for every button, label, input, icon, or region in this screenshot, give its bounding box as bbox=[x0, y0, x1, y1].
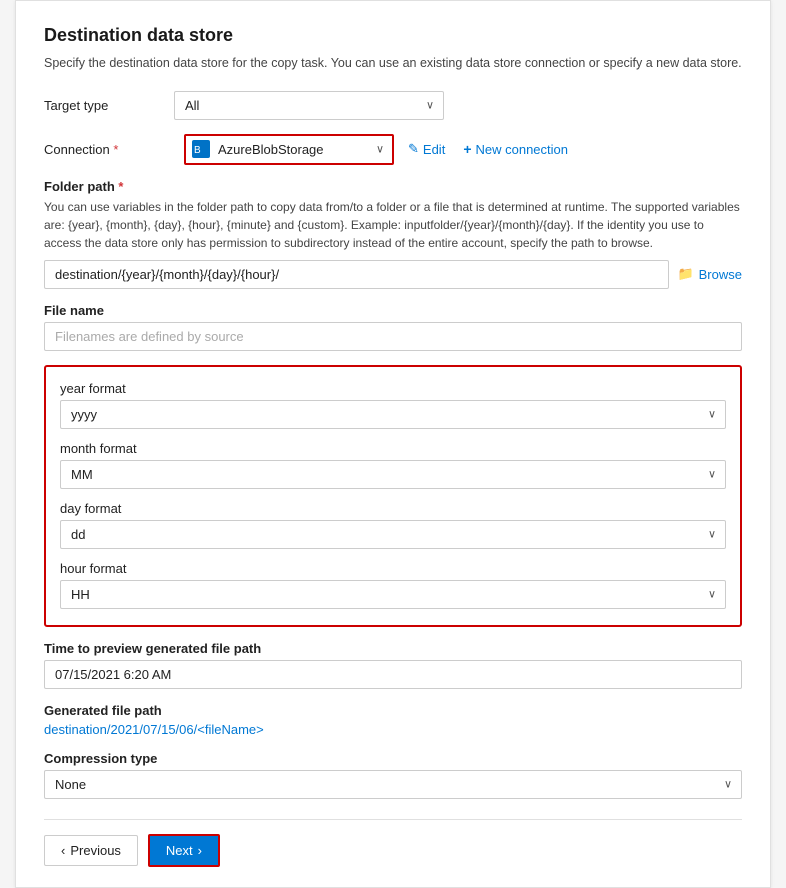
target-type-select[interactable]: All bbox=[174, 91, 444, 120]
target-type-label: Target type bbox=[44, 98, 174, 113]
generated-path-section: Generated file path destination/2021/07/… bbox=[44, 703, 742, 737]
year-format-select[interactable]: yyyy yy y bbox=[60, 400, 726, 429]
folder-path-row: 📁 Browse bbox=[44, 260, 742, 289]
month-format-row: month format MM M mm m ∨ bbox=[60, 441, 726, 489]
file-name-input[interactable] bbox=[44, 322, 742, 351]
svg-text:B: B bbox=[194, 145, 201, 156]
format-section: year format yyyy yy y ∨ month format MM … bbox=[44, 365, 742, 627]
next-button[interactable]: Next › bbox=[148, 834, 220, 867]
panel-title: Destination data store bbox=[44, 25, 742, 46]
folder-path-description: You can use variables in the folder path… bbox=[44, 198, 742, 252]
connection-label: Connection * bbox=[44, 142, 174, 157]
hour-format-row: hour format HH H hh h ∨ bbox=[60, 561, 726, 609]
chevron-left-icon: ‹ bbox=[61, 843, 65, 858]
hour-format-select[interactable]: HH H hh h bbox=[60, 580, 726, 609]
file-name-label: File name bbox=[44, 303, 742, 318]
pencil-icon: ✎ bbox=[408, 141, 419, 157]
folder-path-required: * bbox=[115, 179, 124, 194]
connection-select[interactable]: AzureBlobStorage bbox=[184, 134, 394, 165]
month-format-select-wrapper: MM M mm m ∨ bbox=[60, 460, 726, 489]
azure-blob-icon: B bbox=[192, 140, 210, 158]
generated-path-label: Generated file path bbox=[44, 703, 742, 718]
panel-description: Specify the destination data store for t… bbox=[44, 54, 742, 73]
preview-label: Time to preview generated file path bbox=[44, 641, 742, 656]
generated-path-value: destination/2021/07/15/06/<fileName> bbox=[44, 722, 742, 737]
month-format-label: month format bbox=[60, 441, 726, 456]
target-type-select-wrapper: All ∨ bbox=[174, 91, 444, 120]
connection-select-wrapper: B AzureBlobStorage ∨ bbox=[184, 134, 394, 165]
compression-select[interactable]: None gzip bzip2 deflate ZipDeflate TarGz… bbox=[44, 770, 742, 799]
day-format-select-wrapper: dd d ∨ bbox=[60, 520, 726, 549]
hour-format-select-wrapper: HH H hh h ∨ bbox=[60, 580, 726, 609]
browse-button[interactable]: 📁 Browse bbox=[677, 266, 742, 282]
target-type-row: Target type All ∨ bbox=[44, 91, 742, 120]
year-format-label: year format bbox=[60, 381, 726, 396]
year-format-select-wrapper: yyyy yy y ∨ bbox=[60, 400, 726, 429]
edit-connection-button[interactable]: ✎ Edit bbox=[404, 141, 449, 157]
hour-format-label: hour format bbox=[60, 561, 726, 576]
folder-path-label: Folder path * bbox=[44, 179, 742, 194]
new-connection-button[interactable]: + New connection bbox=[459, 141, 572, 157]
month-format-select[interactable]: MM M mm m bbox=[60, 460, 726, 489]
day-format-row: day format dd d ∨ bbox=[60, 501, 726, 549]
plus-icon: + bbox=[463, 141, 471, 157]
file-name-section: File name bbox=[44, 303, 742, 351]
connection-row: Connection * B AzureBlobStorage ∨ ✎ Edit… bbox=[44, 134, 742, 165]
folder-icon: 📁 bbox=[677, 266, 693, 282]
compression-section: Compression type None gzip bzip2 deflate… bbox=[44, 751, 742, 799]
chevron-right-icon: › bbox=[198, 843, 202, 858]
preview-section: Time to preview generated file path bbox=[44, 641, 742, 689]
day-format-label: day format bbox=[60, 501, 726, 516]
connection-required-mark: * bbox=[113, 142, 118, 157]
day-format-select[interactable]: dd d bbox=[60, 520, 726, 549]
destination-data-store-panel: Destination data store Specify the desti… bbox=[15, 0, 771, 888]
compression-label: Compression type bbox=[44, 751, 742, 766]
folder-path-input[interactable] bbox=[44, 260, 669, 289]
preview-input[interactable] bbox=[44, 660, 742, 689]
compression-select-wrapper: None gzip bzip2 deflate ZipDeflate TarGz… bbox=[44, 770, 742, 799]
year-format-row: year format yyyy yy y ∨ bbox=[60, 381, 726, 429]
previous-button[interactable]: ‹ Previous bbox=[44, 835, 138, 866]
